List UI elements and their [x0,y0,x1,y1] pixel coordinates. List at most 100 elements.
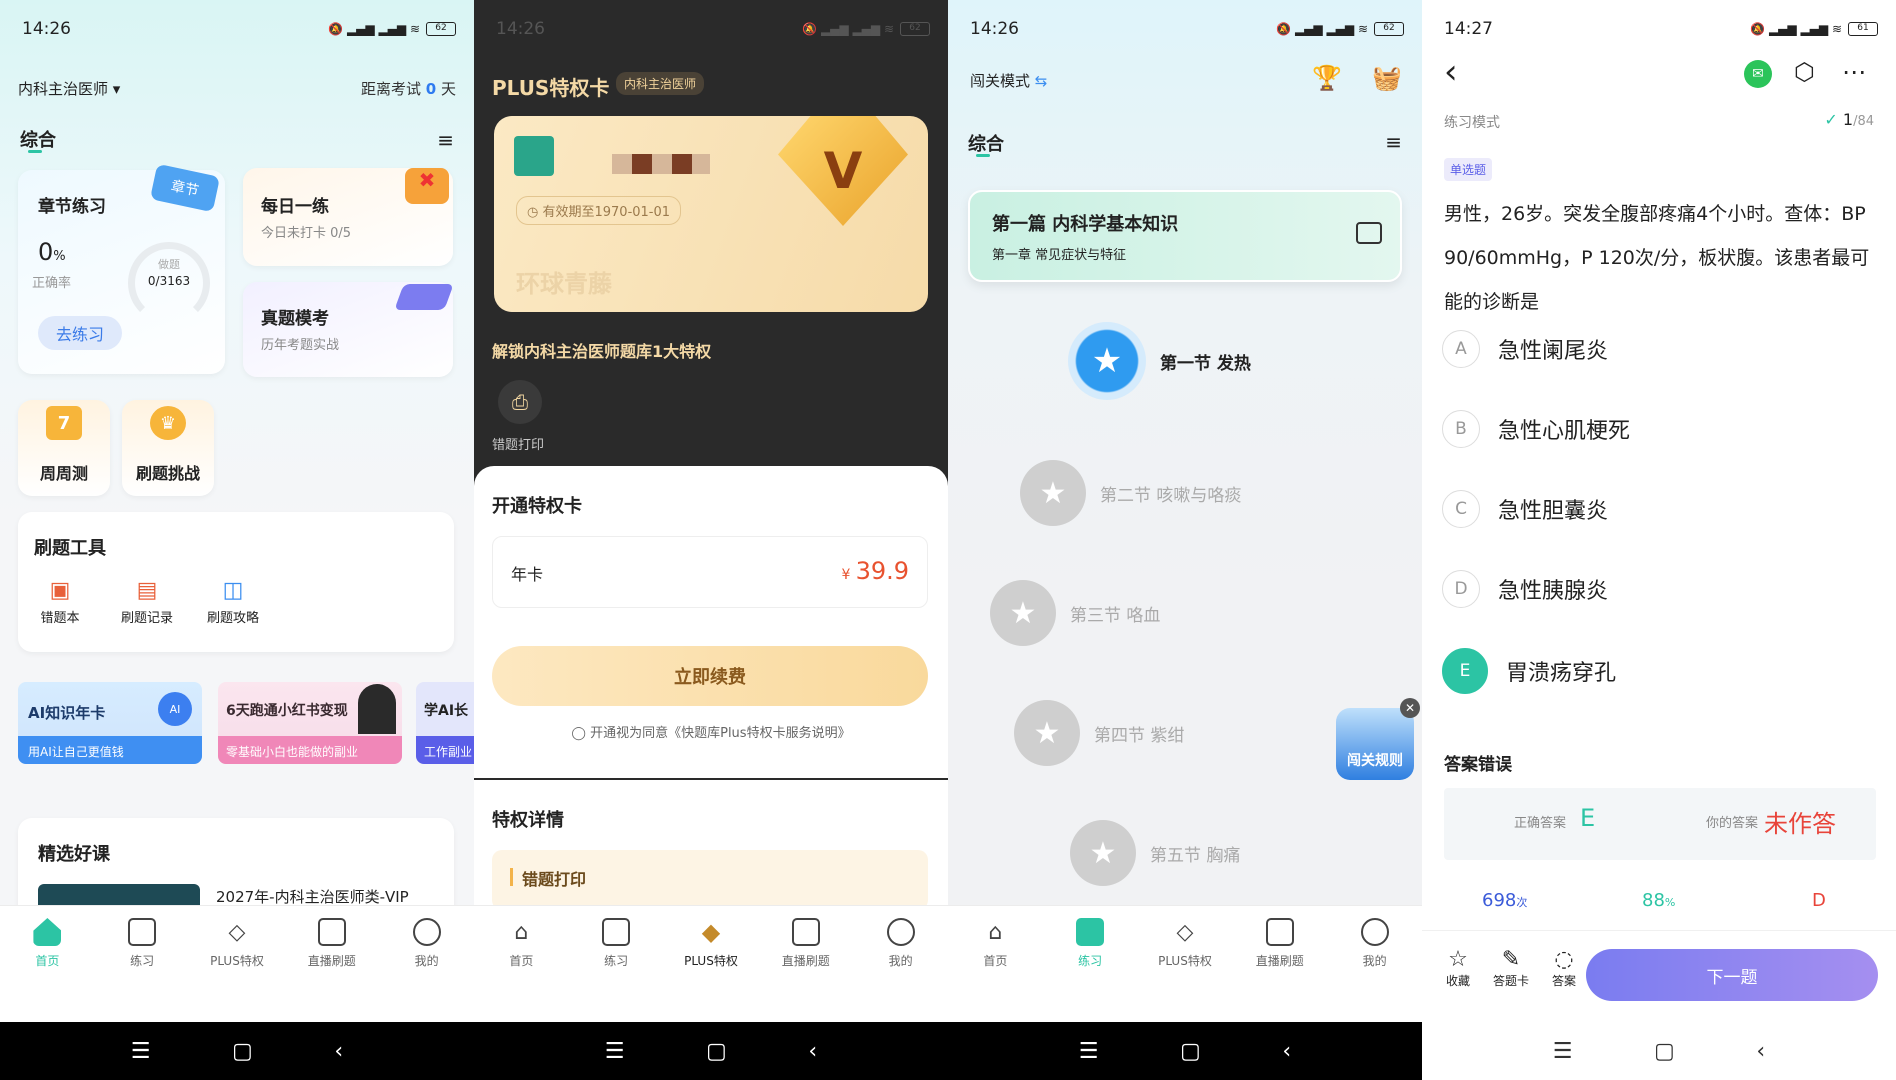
star-active-icon: ★ [1068,322,1146,400]
mock-exam-card[interactable]: 真题模考 历年考题实战 [243,282,454,377]
profile-icon [412,918,441,946]
tab-mine[interactable]: 我的 [1335,918,1415,1023]
option-e[interactable]: E 胃溃疡穿孔 [1442,648,1616,694]
section-3[interactable]: ★ 第三节 咯血 [990,580,1160,646]
detail-item-card[interactable]: 错题打印 [492,850,928,910]
next-question-button[interactable]: 下一题 [1586,949,1878,1001]
tab-home[interactable]: 首页 [7,918,87,1023]
countdown-suffix: 天 [440,80,456,98]
square-icon[interactable]: ▢ [1654,1039,1675,1064]
square-icon[interactable]: ▢ [232,1039,253,1064]
option-d-letter: D [1442,570,1480,608]
challenge-card[interactable]: ♛ 刷题挑战 [122,400,214,496]
section-1[interactable]: ★ 第一节 发热 [1068,322,1251,400]
tab-practice[interactable]: 练习 [576,918,656,1023]
agreement-row[interactable]: ◯ 开通视为同意《快题库Plus特权卡服务说明》 [474,722,948,741]
status-time: 14:26 [22,19,71,39]
back-nav-icon[interactable]: ‹ [808,1039,817,1064]
tab-live[interactable]: 直播刷题 [292,918,372,1023]
detail-item-label: 错题打印 [522,870,587,889]
go-practice-button[interactable]: 去练习 [38,316,122,350]
square-icon[interactable]: ▢ [706,1039,727,1064]
renew-button[interactable]: 立即续费 [492,646,928,706]
part-card[interactable]: 第一篇 内科学基本知识 第一章 常见症状与特征 [968,190,1402,282]
tab-home[interactable]: ⌂ 首页 [955,918,1035,1023]
section-4[interactable]: ★ 第四节 紫绀 [1014,700,1184,766]
basket-icon[interactable]: 🧺 [1372,64,1402,92]
banner-ai-card[interactable]: AI知识年卡 AI 用AI让自己更值钱 [18,682,202,764]
system-nav-bar: ☰ ▢ ‹ [474,1022,948,1080]
course-title[interactable]: 2027年-内科主治医师类-VIP [216,886,409,907]
favorite-button[interactable]: ☆ 收藏 [1436,947,1480,989]
battery-icon: 62 [426,22,456,36]
banner-xhs-card[interactable]: 6天跑通小红书变现 零基础小白也能做的副业 [218,682,402,764]
close-icon[interactable]: ✕ [1400,698,1420,718]
brand-watermark: 环球青藤 [516,270,612,298]
tab-plus[interactable]: ◆ PLUS特权 [671,918,751,1023]
back-nav-icon[interactable]: ‹ [1282,1039,1291,1064]
tab-practice[interactable]: 练习 [1050,918,1130,1023]
book-icon: ◫ [222,578,244,603]
answer-button[interactable]: ◌ 答案 [1542,947,1586,989]
tool-wrongbook[interactable]: ▣ 错题本 [20,578,100,626]
star-locked-icon: ★ [1070,820,1136,886]
rules-badge[interactable]: 闯关规则 [1336,708,1414,780]
stat-attempts: 698次 [1482,890,1527,911]
chapter-practice-card[interactable]: 章节练习 章节 0% 正确率 做题 0/3163 去练习 [18,163,225,374]
option-a[interactable]: A 急性阑尾炎 [1442,330,1608,368]
tab-plus[interactable]: ◇ PLUS特权 [197,918,277,1023]
tab-live[interactable]: 直播刷题 [1240,918,1320,1023]
status-bar: 14:26 🔕 ▂▄▆ ▂▄▆ ≋ 62 [496,18,930,40]
filter-icon[interactable]: ≡ [1385,130,1402,154]
printer-icon[interactable]: ⎙ [498,380,542,424]
tab-live[interactable]: 直播刷题 [766,918,846,1023]
result-title: 答案错误 [1444,755,1512,775]
tab-mine[interactable]: 我的 [387,918,467,1023]
card-list-icon[interactable] [1356,222,1382,244]
banner-learnai-card[interactable]: 学AI长 工作副业 [416,682,474,764]
section-2[interactable]: ★ 第二节 咳嗽与咯痰 [1020,460,1241,526]
battery-icon: 62 [900,22,930,36]
settings-icon[interactable]: ⬡ [1794,58,1815,86]
trophy-icon[interactable]: 🏆 [1312,64,1342,92]
question-type-badge: 单选题 [1444,158,1493,181]
wechat-icon[interactable]: ✉ [1744,60,1772,88]
more-icon[interactable]: ⋯ [1842,58,1866,86]
plan-name: 年卡 [511,565,544,584]
weekly-test-card[interactable]: 7 周周测 [18,400,110,496]
tab-home[interactable]: ⌂ 首页 [481,918,561,1023]
menu-icon[interactable]: ☰ [605,1039,625,1064]
section-5[interactable]: ★ 第五节 胸痛 [1070,820,1240,886]
mode-switch[interactable]: 闯关模式 ⇆ [970,70,1047,91]
status-icons: 🔕 ▂▄▆ ▂▄▆ ≋ 61 [1750,22,1878,36]
exam-selector[interactable]: 内科主治医师 ▾ [18,78,120,99]
square-icon[interactable]: ▢ [1180,1039,1201,1064]
tab-plus[interactable]: ◇ PLUS特权 [1145,918,1225,1023]
back-nav-icon[interactable]: ‹ [334,1039,343,1064]
menu-icon[interactable]: ☰ [1553,1039,1573,1064]
filter-icon[interactable]: ≡ [437,128,454,152]
tab-mine[interactable]: 我的 [861,918,941,1023]
tab-general[interactable]: 综合 [968,130,1004,156]
tab-plus-label: PLUS特权 [684,954,738,968]
banner-learnai-title: 学AI长 [424,703,469,719]
tab-practice[interactable]: 练习 [102,918,182,1023]
tool-guide[interactable]: ◫ 刷题攻略 [190,578,276,626]
tab-general[interactable]: 综合 [20,126,56,152]
option-d[interactable]: D 急性胰腺炎 [1442,570,1608,608]
plan-option[interactable]: 年卡 ¥ 39.9 [492,536,928,608]
menu-icon[interactable]: ☰ [131,1039,151,1064]
answer-label: 答案 [1551,974,1576,988]
back-icon[interactable]: ‹ [1444,52,1458,92]
option-a-letter: A [1442,330,1480,368]
menu-icon[interactable]: ☰ [1079,1039,1099,1064]
answer-sheet-button[interactable]: ✎ 答题卡 [1484,947,1538,989]
tab-mine-label: 我的 [414,954,439,968]
option-b[interactable]: B 急性心肌梗死 [1442,410,1630,448]
daily-practice-card[interactable]: 每日一练 今日未打卡 0/5 ✖ [243,168,453,266]
back-nav-icon[interactable]: ‹ [1756,1039,1765,1064]
option-c[interactable]: C 急性胆囊炎 [1442,490,1608,528]
correct-label: 正确答案 [1514,816,1567,831]
tool-records[interactable]: ▤ 刷题记录 [104,578,190,626]
stat-common-wrong: D [1812,890,1826,911]
